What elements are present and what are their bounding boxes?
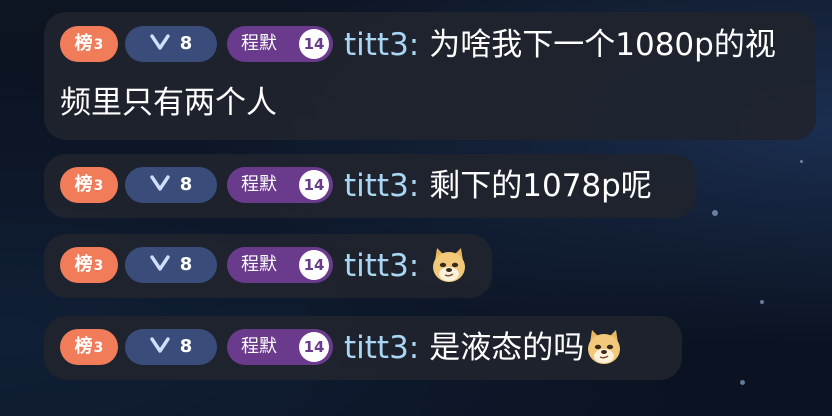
chat-message[interactable]: 榜3 8 程默 14 titt3: 是液态的吗 <box>44 316 682 380</box>
fan-club-name: 程默 <box>241 335 277 357</box>
rank-badge-label: 榜 <box>74 173 93 195</box>
background-sparkle <box>740 380 745 385</box>
rank-badge[interactable]: 榜3 <box>60 25 118 62</box>
rank-badge-label: 榜 <box>74 335 93 357</box>
fan-club-name: 程默 <box>241 173 277 195</box>
level-badge-number: 8 <box>179 173 193 195</box>
fan-club-level: 14 <box>299 331 329 362</box>
doge-emoji-icon <box>588 329 621 364</box>
username[interactable]: titt3: <box>344 248 419 284</box>
username[interactable]: titt3: <box>344 27 419 63</box>
username[interactable]: titt3: <box>344 330 419 366</box>
username[interactable]: titt3: <box>344 168 419 204</box>
chevron-down-icon <box>150 336 170 353</box>
chevron-down-icon <box>150 174 170 191</box>
fan-club-level: 14 <box>299 169 329 200</box>
level-badge-number: 8 <box>179 253 193 275</box>
rank-badge-number: 3 <box>93 36 104 53</box>
rank-badge-label: 榜 <box>74 253 93 275</box>
fan-club-badge[interactable]: 程默 14 <box>227 166 333 203</box>
rank-badge[interactable]: 榜3 <box>60 246 118 283</box>
rank-badge[interactable]: 榜3 <box>60 166 118 203</box>
level-badge[interactable]: 8 <box>125 246 217 283</box>
level-badge[interactable]: 8 <box>125 328 217 365</box>
doge-emoji-icon <box>433 247 466 282</box>
fan-club-name: 程默 <box>241 32 277 54</box>
chat-message[interactable]: 榜3 8 程默 14 titt3: <box>44 234 492 298</box>
rank-badge-number: 3 <box>93 257 104 274</box>
fan-club-badge[interactable]: 程默 14 <box>227 246 333 283</box>
chevron-down-icon <box>150 254 170 271</box>
message-text: 是液态的吗 <box>429 330 585 366</box>
live-chat-panel: 榜3 8 程默 14 titt3: 为啥我下一个1080p的视频里只有两个人 榜3 8 程默 1… <box>0 0 832 416</box>
fan-club-name: 程默 <box>241 253 277 275</box>
background-sparkle <box>760 300 764 304</box>
level-badge-number: 8 <box>179 335 193 357</box>
rank-badge-label: 榜 <box>74 32 93 54</box>
fan-club-badge[interactable]: 程默 14 <box>227 25 333 62</box>
background-sparkle <box>712 210 718 216</box>
fan-club-level: 14 <box>299 28 329 59</box>
level-badge[interactable]: 8 <box>125 25 217 62</box>
rank-badge[interactable]: 榜3 <box>60 328 118 365</box>
level-badge-number: 8 <box>179 32 193 54</box>
rank-badge-number: 3 <box>93 339 104 356</box>
chevron-down-icon <box>150 33 170 50</box>
fan-club-badge[interactable]: 程默 14 <box>227 328 333 365</box>
level-badge[interactable]: 8 <box>125 166 217 203</box>
rank-badge-number: 3 <box>93 177 104 194</box>
message-text: 剩下的1078p呢 <box>429 168 652 204</box>
chat-message[interactable]: 榜3 8 程默 14 titt3: 剩下的1078p呢 <box>44 154 696 218</box>
fan-club-level: 14 <box>299 249 329 280</box>
chat-message[interactable]: 榜3 8 程默 14 titt3: 为啥我下一个1080p的视频里只有两个人 <box>44 12 816 140</box>
background-sparkle <box>800 160 803 163</box>
